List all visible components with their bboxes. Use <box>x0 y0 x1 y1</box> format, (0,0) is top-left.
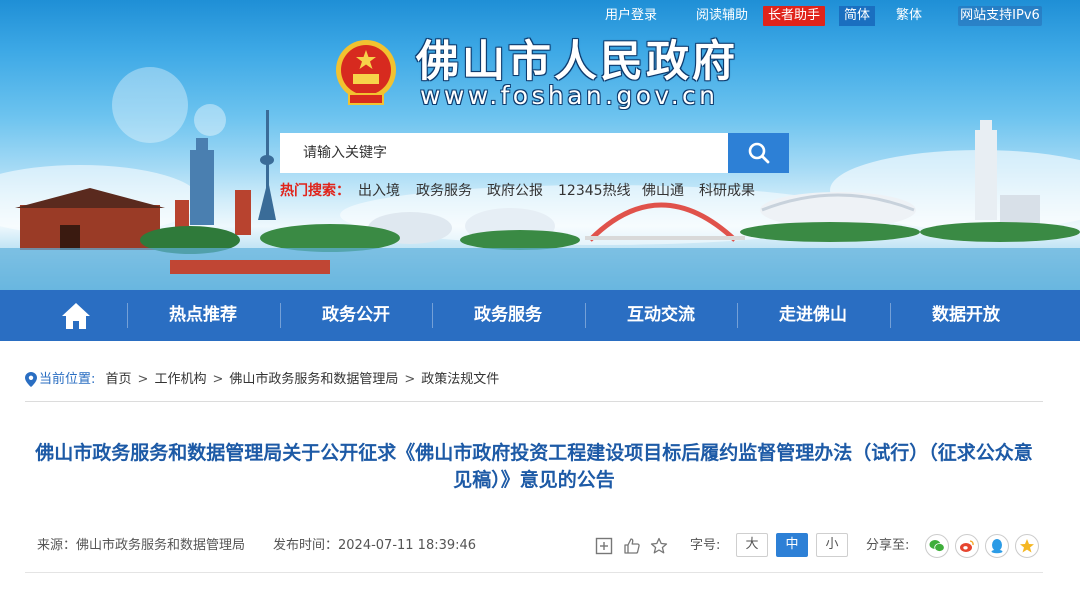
nav-item-gov-services[interactable]: 政务服务 <box>474 290 542 341</box>
breadcrumb: 当前位置: 首页 > 工作机构 > 佛山市政务服务和数据管理局 > 政策法规文件 <box>25 369 499 391</box>
share-weibo-button[interactable] <box>955 534 979 558</box>
favorite-button[interactable] <box>648 535 670 557</box>
divider <box>25 401 1043 402</box>
ipv6-badge: 网站支持IPv6 <box>958 6 1042 26</box>
nav-divider <box>127 303 128 328</box>
breadcrumb-separator: > <box>137 372 149 387</box>
site-title[interactable]: 佛山市人民政府 <box>416 38 738 86</box>
breadcrumb-item[interactable]: 工作机构 <box>154 372 206 387</box>
main-nav: 热点推荐 政务公开 政务服务 互动交流 走进佛山 数据开放 <box>0 290 1080 341</box>
national-emblem-icon <box>336 40 396 105</box>
nav-item-hot-recommend[interactable]: 热点推荐 <box>169 290 237 341</box>
simplified-chinese-button[interactable]: 简体 <box>839 6 875 26</box>
hot-search-label: 热门搜索： <box>280 183 350 199</box>
site-url: www.foshan.gov.cn <box>420 81 719 110</box>
qzone-icon <box>1020 539 1034 553</box>
font-size-large-button[interactable]: 大 <box>736 533 768 557</box>
elder-assistant-button[interactable]: 长者助手 <box>763 6 825 26</box>
search-button[interactable] <box>728 133 789 173</box>
nav-item-about-foshan[interactable]: 走进佛山 <box>779 290 847 341</box>
hot-search-item[interactable]: 政务服务 <box>416 180 472 202</box>
weibo-icon <box>960 540 974 552</box>
login-link[interactable]: 用户登录 <box>605 6 657 26</box>
article-publish-time: 发布时间：2024-07-11 18:39:46 <box>273 538 477 553</box>
nav-divider <box>737 303 738 328</box>
hot-search-item[interactable]: 12345热线 <box>558 180 631 202</box>
print-button[interactable] <box>593 535 615 557</box>
header-banner: 用户登录 阅读辅助 长者助手 简体 繁体 网站支持IPv6 佛山市人民政府 ww… <box>0 0 1080 290</box>
nav-item-interaction[interactable]: 互动交流 <box>627 290 695 341</box>
share-label: 分享至: <box>866 538 910 553</box>
article-title: 佛山市政务服务和数据管理局关于公开征求《佛山市政府投资工程建设项目标后履约监督管… <box>35 442 1033 491</box>
share-qzone-button[interactable] <box>1015 534 1039 558</box>
nav-divider <box>280 303 281 328</box>
nav-item-open-data[interactable]: 数据开放 <box>932 290 1000 341</box>
breadcrumb-item[interactable]: 佛山市政务服务和数据管理局 <box>229 372 398 387</box>
font-size-small-button[interactable]: 小 <box>816 533 848 557</box>
search-icon <box>748 142 769 164</box>
traditional-chinese-link[interactable]: 繁体 <box>896 6 922 26</box>
home-icon <box>62 302 90 329</box>
hot-search-item[interactable]: 佛山通 <box>642 180 684 202</box>
divider <box>25 572 1043 573</box>
favorite-star-icon <box>650 537 668 554</box>
nav-home-button[interactable] <box>50 290 102 341</box>
reading-aid-link[interactable]: 阅读辅助 <box>696 6 748 26</box>
hot-search-item[interactable]: 政府公报 <box>487 180 543 202</box>
print-icon <box>595 537 613 555</box>
article-source: 来源：佛山市政务服务和数据管理局 <box>37 538 246 553</box>
top-links-bar: 用户登录 阅读辅助 长者助手 简体 繁体 网站支持IPv6 <box>0 6 1080 26</box>
nav-divider <box>890 303 891 328</box>
nav-item-gov-affairs-open[interactable]: 政务公开 <box>322 290 390 341</box>
like-button[interactable] <box>621 535 643 557</box>
share-wechat-button[interactable] <box>925 534 949 558</box>
wechat-icon <box>929 540 945 552</box>
location-pin-icon <box>25 372 37 387</box>
search-input[interactable] <box>280 133 728 173</box>
share-qq-button[interactable] <box>985 534 1009 558</box>
hot-search-item[interactable]: 出入境 <box>358 180 400 202</box>
nav-divider <box>432 303 433 328</box>
qq-icon <box>991 539 1003 554</box>
font-size-medium-button[interactable]: 中 <box>776 533 808 557</box>
breadcrumb-separator: > <box>212 372 224 387</box>
font-size-label: 字号: <box>690 538 721 553</box>
breadcrumb-label: 当前位置: <box>39 372 96 387</box>
breadcrumb-item[interactable]: 首页 <box>106 372 132 387</box>
hot-search-item[interactable]: 科研成果 <box>699 180 755 202</box>
breadcrumb-item[interactable]: 政策法规文件 <box>421 372 499 387</box>
breadcrumb-separator: > <box>404 372 416 387</box>
like-icon <box>624 538 640 554</box>
nav-divider <box>585 303 586 328</box>
